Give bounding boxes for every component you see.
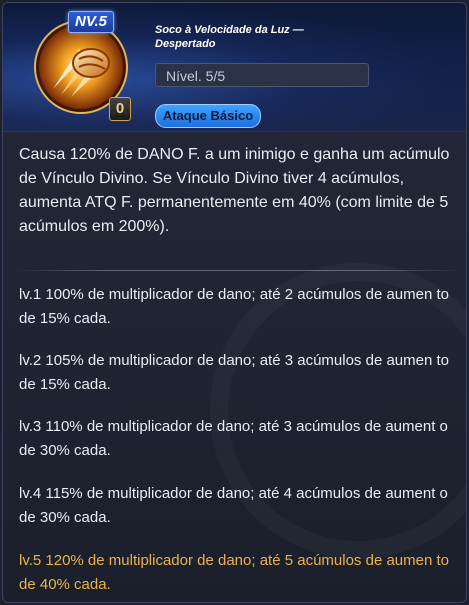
skill-header: NV.5 0 Soco à Velocidade da Luz — Desper… bbox=[3, 3, 466, 132]
level-entry-5-current: lv.5 120% de multiplicador de dano; até … bbox=[19, 552, 449, 593]
skill-name: Soco à Velocidade da Luz — Despertado bbox=[155, 24, 304, 50]
level-entry-1: lv.1 100% de multiplicador de dano; até … bbox=[19, 286, 449, 327]
skill-tooltip-panel: NV.5 0 Soco à Velocidade da Luz — Desper… bbox=[2, 2, 467, 603]
level-entry-4: lv.4 115% de multiplicador de dano; até … bbox=[19, 485, 448, 526]
skill-cost-badge: 0 bbox=[109, 97, 131, 121]
skill-type-chip: Ataque Básico bbox=[155, 104, 261, 128]
level-entry-3: lv.3 110% de multiplicador de dano; até … bbox=[19, 418, 448, 459]
skill-description: Causa 120% de DANO F. a um inimigo e gan… bbox=[19, 146, 450, 235]
skill-level-field: Nível. 5/5 bbox=[155, 63, 369, 87]
level-entry-2: lv.2 105% de multiplicador de dano; até … bbox=[19, 352, 449, 393]
skill-level-badge: NV.5 bbox=[68, 11, 114, 33]
